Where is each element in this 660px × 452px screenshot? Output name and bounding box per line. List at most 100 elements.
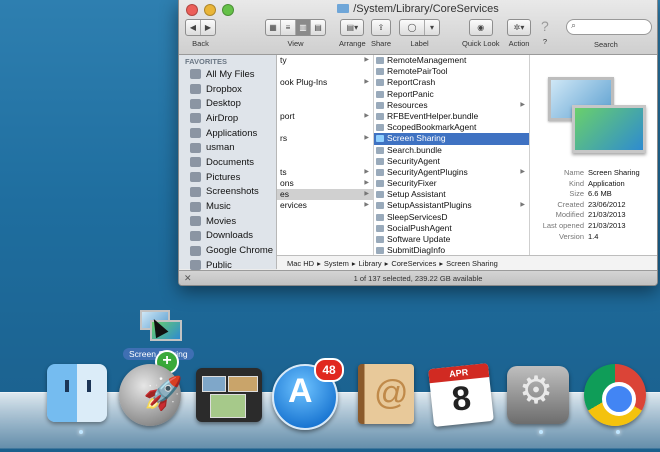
column-1-row[interactable] bbox=[277, 245, 373, 255]
path-segment[interactable]: Screen Sharing bbox=[446, 259, 498, 268]
column-1-row[interactable]: es ▶ bbox=[277, 189, 373, 201]
contacts-dock-icon[interactable]: @ bbox=[352, 362, 422, 426]
search-input[interactable]: ⌕ bbox=[566, 19, 652, 35]
column-1-row[interactable]: ervices ▶ bbox=[277, 200, 373, 211]
share-icon[interactable]: ⇪ bbox=[372, 20, 390, 35]
column-1-row[interactable] bbox=[277, 100, 373, 111]
help-icon[interactable]: ? bbox=[541, 19, 549, 34]
quicklook-group[interactable]: ◉ Quick Look bbox=[462, 19, 500, 48]
sidebar-item-desktop[interactable]: Desktop bbox=[179, 96, 276, 111]
file-row[interactable]: RemoteManagement bbox=[374, 55, 529, 66]
column-1-row[interactable]: ook Plug-Ins ▶ bbox=[277, 77, 373, 88]
action-group[interactable]: ✲▾ Action bbox=[507, 19, 531, 48]
column-1-row[interactable]: port ▶ bbox=[277, 111, 373, 122]
sidebar-item-pictures[interactable]: Pictures bbox=[179, 170, 276, 185]
file-row[interactable]: SocialPushAgent bbox=[374, 223, 529, 234]
file-icon bbox=[376, 224, 384, 232]
row-label: Search.bundle bbox=[387, 144, 442, 155]
label-dropdown-icon[interactable]: ▾ bbox=[425, 20, 439, 35]
path-segment[interactable]: Mac HD bbox=[287, 259, 314, 268]
file-row[interactable]: SubmitDiagInfo bbox=[374, 245, 529, 255]
file-row[interactable]: SecurityAgent bbox=[374, 156, 529, 167]
calendar-dock-icon[interactable]: APR 8 bbox=[427, 362, 497, 427]
label-group[interactable]: ◯ ▾ Label bbox=[399, 19, 440, 48]
column-1-row[interactable]: ty ▶ bbox=[277, 55, 373, 66]
info-row: Modified 21/03/2013 bbox=[530, 210, 657, 221]
file-row[interactable]: ReportPanic bbox=[374, 89, 529, 100]
column-1-row[interactable] bbox=[277, 223, 373, 234]
gear-icon[interactable]: ✲▾ bbox=[508, 20, 530, 35]
file-row[interactable]: SecurityAgentPlugins ▶ bbox=[374, 167, 529, 178]
arrange-group[interactable]: ▤▾ Arrange bbox=[339, 19, 366, 48]
app-store-dock-icon[interactable]: A 48 bbox=[270, 358, 344, 430]
launchpad-dock-icon[interactable]: 🚀 bbox=[117, 362, 187, 426]
column-1-row[interactable]: ts ▶ bbox=[277, 167, 373, 178]
column-1-row[interactable] bbox=[277, 122, 373, 133]
file-row[interactable]: SetupAssistantPlugins ▶ bbox=[374, 200, 529, 211]
column-view-icon[interactable]: ▥ bbox=[296, 20, 311, 35]
column-1-row[interactable] bbox=[277, 156, 373, 167]
system-preferences-dock-icon[interactable]: ⚙ bbox=[505, 362, 575, 426]
column-1-row[interactable] bbox=[277, 89, 373, 100]
column-1-row[interactable] bbox=[277, 66, 373, 77]
path-segment[interactable]: CoreServices bbox=[391, 259, 436, 268]
file-row[interactable]: Software Update bbox=[374, 234, 529, 245]
column-1-row[interactable] bbox=[277, 234, 373, 245]
icon-view-icon[interactable]: ▦ bbox=[266, 20, 281, 35]
sidebar-item-airdrop[interactable]: AirDrop bbox=[179, 111, 276, 126]
info-row: Last opened 21/03/2013 bbox=[530, 221, 657, 232]
forward-arrow-icon[interactable]: ▶ bbox=[201, 20, 215, 35]
path-segment[interactable]: System bbox=[324, 259, 349, 268]
chrome-dock-icon[interactable] bbox=[582, 362, 652, 426]
info-key: Last opened bbox=[542, 220, 584, 230]
file-row[interactable]: Setup Assistant bbox=[374, 189, 529, 200]
sidebar-item-documents[interactable]: Documents bbox=[179, 155, 276, 170]
list-view-icon[interactable]: ≡ bbox=[281, 20, 296, 35]
file-row[interactable]: Screen Sharing bbox=[374, 133, 529, 145]
row-label: Screen Sharing bbox=[387, 133, 446, 144]
disclosure-arrow-icon: ▶ bbox=[364, 191, 369, 198]
file-icon bbox=[376, 213, 384, 221]
sidebar-heading: FAVORITES bbox=[185, 57, 227, 66]
file-row[interactable]: SecurityFixer bbox=[374, 178, 529, 189]
coverflow-view-icon[interactable]: ▤ bbox=[311, 20, 325, 35]
sidebar-item-dropbox[interactable]: Dropbox bbox=[179, 82, 276, 97]
help-group[interactable]: ? ? bbox=[541, 19, 549, 47]
file-icon bbox=[376, 101, 384, 109]
arrange-icon[interactable]: ▤▾ bbox=[341, 20, 363, 35]
file-row[interactable]: ReportCrash bbox=[374, 77, 529, 88]
file-row[interactable]: ScopedBookmarkAgent bbox=[374, 122, 529, 133]
sidebar-item-movies[interactable]: Movies bbox=[179, 214, 276, 229]
column-1-row[interactable] bbox=[277, 145, 373, 156]
disclosure-arrow-icon: ▶ bbox=[520, 202, 525, 209]
finder-dock-icon[interactable] bbox=[45, 362, 115, 426]
sidebar-item-all-my-files[interactable]: All My Files bbox=[179, 67, 276, 82]
row-label: Software Update bbox=[387, 234, 451, 244]
file-row[interactable]: Search.bundle bbox=[374, 145, 529, 156]
documents-icon bbox=[190, 157, 201, 168]
file-row[interactable]: RFBEventHelper.bundle bbox=[374, 111, 529, 122]
sidebar-item-usman[interactable]: usman bbox=[179, 140, 276, 155]
column-1-row[interactable] bbox=[277, 212, 373, 223]
sidebar-item-downloads[interactable]: Downloads bbox=[179, 229, 276, 244]
sidebar-item-label: Applications bbox=[206, 127, 258, 139]
column-1-row[interactable]: rs ▶ bbox=[277, 133, 373, 144]
column-1-row[interactable]: ons ▶ bbox=[277, 178, 373, 189]
back-arrow-icon[interactable]: ◀ bbox=[186, 20, 201, 35]
path-segment[interactable]: Library bbox=[359, 259, 382, 268]
share-group[interactable]: ⇪ Share bbox=[371, 19, 391, 48]
file-row[interactable]: RemotePairTool bbox=[374, 66, 529, 77]
row-label: RemotePairTool bbox=[387, 66, 448, 77]
music-icon bbox=[190, 201, 201, 212]
mission-control-dock-icon[interactable] bbox=[194, 362, 264, 426]
label-icon[interactable]: ◯ bbox=[400, 20, 425, 35]
file-row[interactable]: SleepServicesD bbox=[374, 212, 529, 223]
sidebar-item-applications[interactable]: Applications bbox=[179, 126, 276, 141]
sidebar-item-label: Documents bbox=[206, 156, 255, 168]
sidebar-item-screenshots[interactable]: Screenshots bbox=[179, 185, 276, 200]
file-row[interactable]: Resources ▶ bbox=[374, 100, 529, 111]
sidebar-item-google-chrome[interactable]: Google Chrome bbox=[179, 243, 276, 258]
eye-icon[interactable]: ◉ bbox=[470, 20, 492, 35]
sidebar-item-music[interactable]: Music bbox=[179, 199, 276, 214]
folder-icon bbox=[190, 186, 201, 197]
